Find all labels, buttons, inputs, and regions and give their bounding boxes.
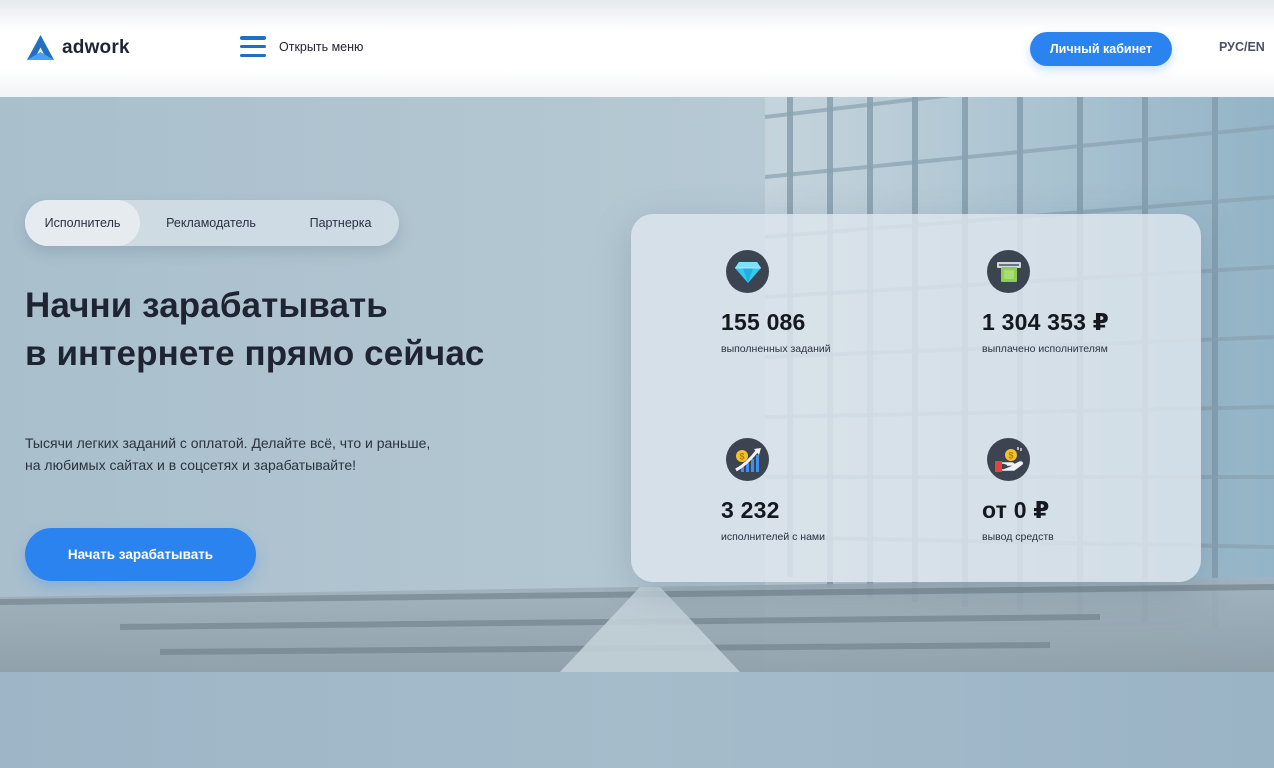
stat-caption: выполненных заданий — [721, 343, 831, 355]
stat-value: 3 232 — [721, 497, 780, 523]
stat-completed-tasks: 155 086 выполненных заданий — [721, 250, 831, 355]
growth-chart-icon: $ — [726, 438, 769, 481]
stat-caption: исполнителей с нами — [721, 531, 826, 543]
diamond-icon — [726, 250, 769, 293]
logo-text: adwork — [62, 37, 130, 58]
hero-subtitle: Тысячи легких заданий с оплатой. Делайте… — [25, 432, 465, 476]
svg-text:$: $ — [1008, 450, 1013, 460]
stat-value: 1 304 353 ₽ — [982, 309, 1109, 335]
hero-headline: Начни зарабатывать в интернете прямо сей… — [25, 282, 585, 378]
svg-text:$: $ — [739, 451, 744, 461]
stat-value: 155 086 — [721, 309, 806, 335]
stat-value: от 0 ₽ — [982, 497, 1050, 523]
hero-headline-line-1: Начни зарабатывать — [25, 286, 388, 325]
stats-card: 155 086 выполненных заданий 1 304 353 ₽ … — [631, 214, 1201, 582]
hero-subtitle-line-1: Тысячи легких заданий с оплатой. Делайте… — [25, 435, 431, 451]
stat-performers: $ 3 232 исполнителей с нами — [721, 438, 825, 543]
language-switch[interactable]: РУС/EN — [1219, 40, 1265, 54]
stat-caption: вывод средств — [982, 531, 1054, 543]
site-header: adwork Открыть меню Личный кабинет РУС/E… — [0, 0, 1274, 97]
tab-partner[interactable]: Партнерка — [282, 200, 399, 246]
stat-paid-out: 1 304 353 ₽ выплачено исполнителям — [982, 250, 1109, 355]
start-earning-button[interactable]: Начать зарабатывать — [25, 528, 256, 581]
withdraw-hand-icon: $ — [987, 438, 1030, 481]
tab-advertiser[interactable]: Рекламодатель — [140, 200, 282, 246]
stat-caption: выплачено исполнителям — [982, 343, 1108, 355]
logo[interactable]: adwork — [25, 34, 130, 62]
tab-performer[interactable]: Исполнитель — [25, 200, 140, 246]
atm-cash-icon — [987, 250, 1030, 293]
hero-headline-line-2: в интернете прямо сейчас — [25, 334, 485, 373]
hero-subtitle-line-2: на любимых сайтах и в соцсетях и зарабат… — [25, 457, 357, 473]
bottom-band — [0, 672, 1274, 768]
stat-withdrawal: $ от 0 ₽ вывод средств — [982, 438, 1054, 543]
hamburger-icon — [240, 36, 266, 57]
role-tabs: Исполнитель Рекламодатель Партнерка — [25, 200, 399, 246]
open-menu-label: Открыть меню — [279, 39, 364, 54]
personal-account-button[interactable]: Личный кабинет — [1030, 32, 1172, 66]
open-menu-button[interactable]: Открыть меню — [240, 36, 363, 57]
adwork-logo-icon — [27, 35, 54, 60]
